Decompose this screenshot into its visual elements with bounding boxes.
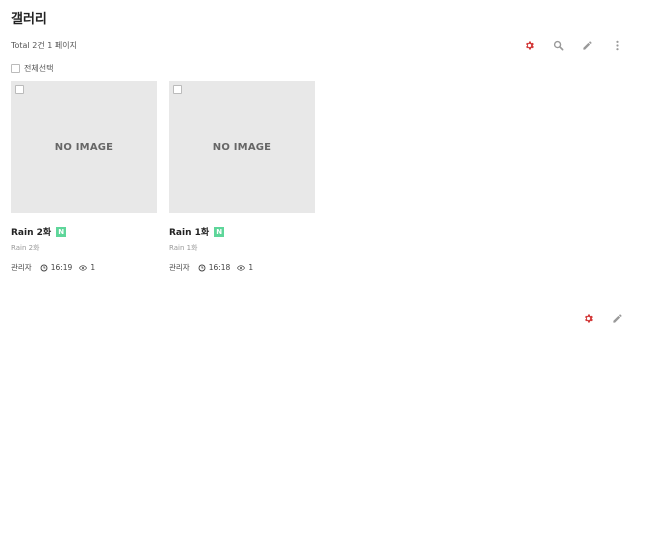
pencil-icon[interactable]	[580, 38, 594, 52]
gallery-item[interactable]: NO IMAGE Rain 2화 N Rain 2화 관리자 16:19 1	[11, 81, 157, 273]
post-subtitle: Rain 2화	[11, 244, 40, 252]
pencil-icon[interactable]	[610, 311, 624, 325]
post-meta: 관리자 16:18 1	[169, 262, 315, 273]
item-checkbox[interactable]	[173, 85, 182, 94]
more-vertical-icon[interactable]	[610, 38, 624, 52]
post-title[interactable]: Rain 1화 N	[169, 225, 315, 238]
post-title-text[interactable]: Rain 1화	[169, 225, 209, 238]
select-all-checkbox[interactable]: 전체선택	[11, 63, 53, 74]
view-count: 1	[90, 263, 96, 272]
post-title-text[interactable]: Rain 2화	[11, 225, 51, 238]
item-checkbox[interactable]	[15, 85, 24, 94]
no-image-text: NO IMAGE	[212, 141, 272, 153]
view-count: 1	[248, 263, 254, 272]
post-time: 16:19	[50, 263, 73, 272]
page-title: 갤러리	[11, 12, 47, 27]
gear-icon[interactable]	[522, 38, 536, 52]
clock-icon	[198, 264, 206, 272]
search-icon[interactable]	[551, 38, 565, 52]
new-badge: N	[56, 226, 67, 237]
checkbox[interactable]	[11, 64, 20, 73]
thumbnail[interactable]: NO IMAGE	[169, 81, 315, 213]
gear-icon[interactable]	[581, 311, 595, 325]
post-title[interactable]: Rain 2화 N	[11, 225, 157, 238]
no-image-text: NO IMAGE	[54, 141, 114, 153]
author-name: 관리자	[169, 263, 190, 272]
eye-icon	[237, 264, 246, 272]
clock-icon	[40, 264, 48, 272]
gallery-item[interactable]: NO IMAGE Rain 1화 N Rain 1화 관리자 16:18 1	[169, 81, 315, 273]
post-subtitle: Rain 1화	[169, 244, 198, 252]
total-count: Total 2건 1 페이지	[11, 41, 77, 50]
post-time: 16:18	[208, 263, 231, 272]
select-all-label: 전체선택	[24, 64, 54, 73]
author-name: 관리자	[11, 263, 32, 272]
eye-icon	[79, 264, 88, 272]
new-badge: N	[214, 226, 225, 237]
thumbnail[interactable]: NO IMAGE	[11, 81, 157, 213]
post-meta: 관리자 16:19 1	[11, 262, 157, 273]
